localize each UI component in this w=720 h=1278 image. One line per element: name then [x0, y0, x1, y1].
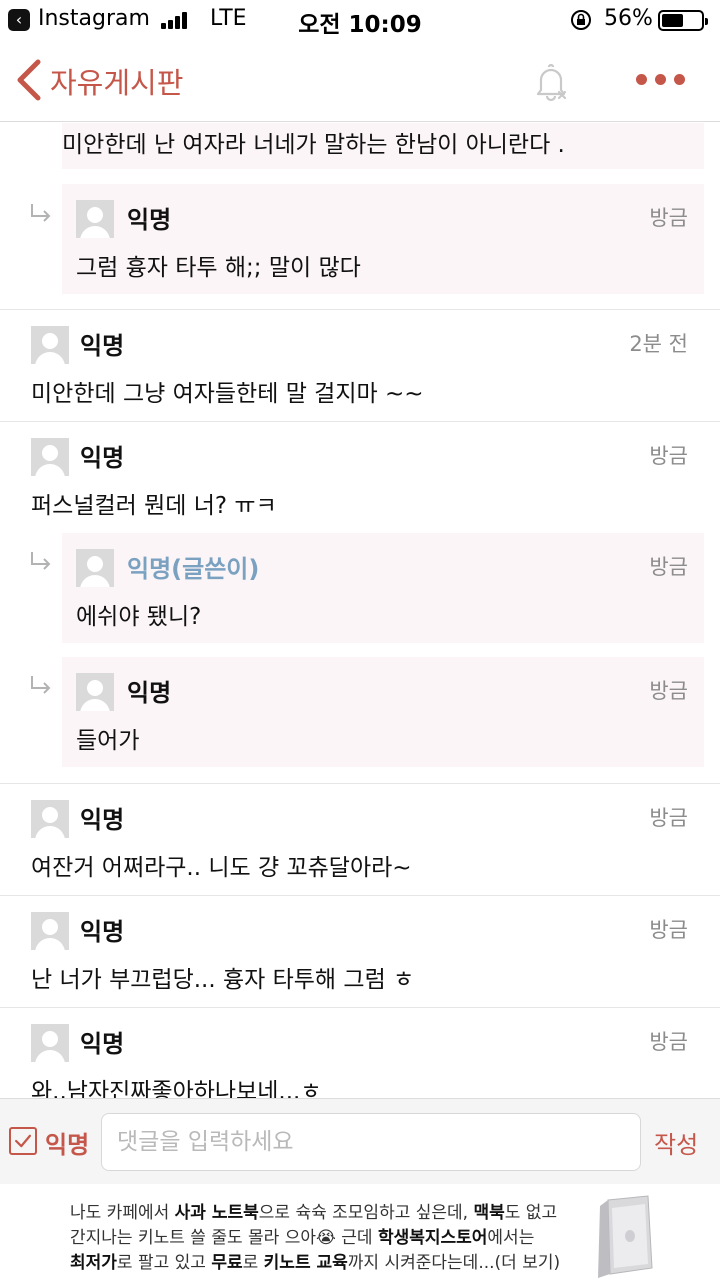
reply-arrow-icon — [31, 552, 51, 570]
ad-text-segment: 도 없고 — [504, 1203, 558, 1223]
anonymous-toggle-label[interactable]: 익명 — [45, 1125, 89, 1160]
comment-author: 익명 — [80, 332, 125, 360]
ad-text-segment: 로 — [242, 1253, 264, 1273]
ad-text-segment: 최저가 — [70, 1253, 117, 1273]
reply-arrow-icon — [31, 676, 51, 694]
comment-text: 난 너가 부끄럽당... 흉자 타투해 그럼 ㅎ — [31, 967, 415, 993]
comment-author: 익명 — [80, 918, 125, 946]
ad-text-segment: 에서는 — [487, 1228, 535, 1248]
orientation-lock-icon — [571, 10, 591, 30]
comment-item: 익명 방금 퍼스널컬러 뭔데 너? ㅠㅋ — [0, 422, 720, 534]
comment-text: 퍼스널컬러 뭔데 너? ㅠㅋ — [31, 493, 277, 519]
comment-item: 익명 방금 와..남자진짜좋아하나보네...ㅎ — [0, 1008, 720, 1098]
comment-text: 들어가 — [76, 728, 140, 754]
comment-text: 와..남자진짜좋아하나보네...ㅎ — [31, 1079, 322, 1098]
comment-time: 2분 전 — [629, 332, 688, 356]
ad-text-segment: 으로 슉슉 조모임하고 싶은데, — [258, 1203, 474, 1223]
battery-icon — [658, 10, 708, 31]
avatar — [76, 200, 114, 238]
ad-banner[interactable]: 나도 카페에서 사과 노트북으로 슉슉 조모임하고 싶은데, 맥북도 없고 간지… — [0, 1184, 720, 1278]
comment-time: 방금 — [649, 206, 688, 230]
ad-text-line: 나도 카페에서 사과 노트북으로 슉슉 조모임하고 싶은데, 맥북도 없고 — [70, 1198, 557, 1223]
ad-text-segment: 키노트 교육 — [263, 1253, 348, 1273]
reply-comment: 미안한데 난 여자라 너네가 말하는 한남이 아니란다 . — [62, 123, 704, 169]
comment-author: 익명 — [80, 806, 125, 834]
battery-percent: 56% — [604, 6, 653, 31]
reply-comment: 익명 방금 그럼 흉자 타투 해;; 말이 많다 — [62, 184, 704, 294]
comment-text: 미안한데 난 여자라 너네가 말하는 한남이 아니란다 . — [62, 132, 565, 158]
ad-text-segment: 까지 시켜준다는데...(더 보기) — [347, 1253, 561, 1273]
notification-off-bell-icon[interactable] — [532, 62, 570, 102]
board-title[interactable]: 자유게시판 — [50, 60, 183, 102]
comment-text: 여잔거 어쩌라구.. 니도 걍 꼬츄달아라~ — [31, 855, 412, 881]
ad-text-segment: 학생복지스토어 — [377, 1228, 488, 1248]
comment-text: 미안한데 그냥 여자들한테 말 걸지마 ~~ — [31, 381, 424, 407]
avatar — [31, 438, 69, 476]
comment-author: 익명 — [127, 679, 172, 707]
avatar — [31, 326, 69, 364]
status-bar: ‹ Instagram LTE 오전 10:09 56% — [0, 0, 720, 40]
comment-text: 에쉬야 됐니? — [76, 604, 202, 630]
avatar — [31, 1024, 69, 1062]
ad-text-segment: 사과 노트북 — [174, 1203, 259, 1223]
ad-text-segment: 나도 카페에서 — [70, 1203, 175, 1223]
ad-text-line: 최저가로 팔고 있고 무료로 키노트 교육까지 시켜준다는데...(더 보기) — [70, 1248, 560, 1273]
submit-comment-button[interactable]: 작성 — [654, 1125, 698, 1160]
back-chevron-icon[interactable] — [14, 58, 44, 102]
comment-author: 익명 — [80, 444, 125, 472]
ad-text-segment: 무료 — [211, 1253, 243, 1273]
avatar — [76, 673, 114, 711]
comment-time: 방금 — [649, 444, 688, 468]
comment-author: 익명 — [80, 1030, 125, 1058]
avatar — [76, 549, 114, 587]
avatar — [31, 800, 69, 838]
comment-time: 방금 — [649, 555, 688, 579]
comment-item: 익명 방금 여잔거 어쩌라구.. 니도 걍 꼬츄달아라~ — [0, 784, 720, 895]
more-options-icon[interactable] — [636, 74, 686, 86]
comment-composer: 익명 작성 — [0, 1098, 720, 1184]
nav-bar: 자유게시판 — [0, 40, 720, 122]
comment-author: 익명 — [127, 206, 172, 234]
ad-text-segment: 간지나는 키노트 쓸 줄도 몰라 으아😭 근데 — [70, 1228, 378, 1248]
comment-time: 방금 — [649, 806, 688, 830]
comment-time: 방금 — [649, 918, 688, 942]
ad-text-segment: 로 팔고 있고 — [116, 1253, 212, 1273]
comment-item: 익명 2분 전 미안한데 그냥 여자들한테 말 걸지마 ~~ — [0, 310, 720, 421]
comment-text: 그럼 흉자 타투 해;; 말이 많다 — [76, 255, 361, 281]
comment-item: 익명 방금 난 너가 부끄럽당... 흉자 타투해 그럼 ㅎ — [0, 896, 720, 1007]
ad-text-segment: 맥북 — [473, 1203, 505, 1223]
avatar — [31, 912, 69, 950]
ad-text-line: 간지나는 키노트 쓸 줄도 몰라 으아😭 근데 학생복지스토어에서는 — [70, 1223, 534, 1248]
reply-comment: 익명(글쓴이) 방금 에쉬야 됐니? — [62, 533, 704, 643]
comment-time: 방금 — [649, 679, 688, 703]
anonymous-checkbox-icon[interactable] — [9, 1127, 37, 1155]
reply-arrow-icon — [31, 204, 51, 222]
comment-list[interactable]: 미안한데 난 여자라 너네가 말하는 한남이 아니란다 . 익명 방금 그럼 흉… — [0, 123, 720, 1098]
laptop-image — [598, 1195, 653, 1278]
comment-author-op: 익명(글쓴이) — [127, 555, 260, 583]
reply-comment: 익명 방금 들어가 — [62, 657, 704, 767]
comment-input[interactable] — [101, 1113, 641, 1171]
comment-time: 방금 — [649, 1030, 688, 1054]
